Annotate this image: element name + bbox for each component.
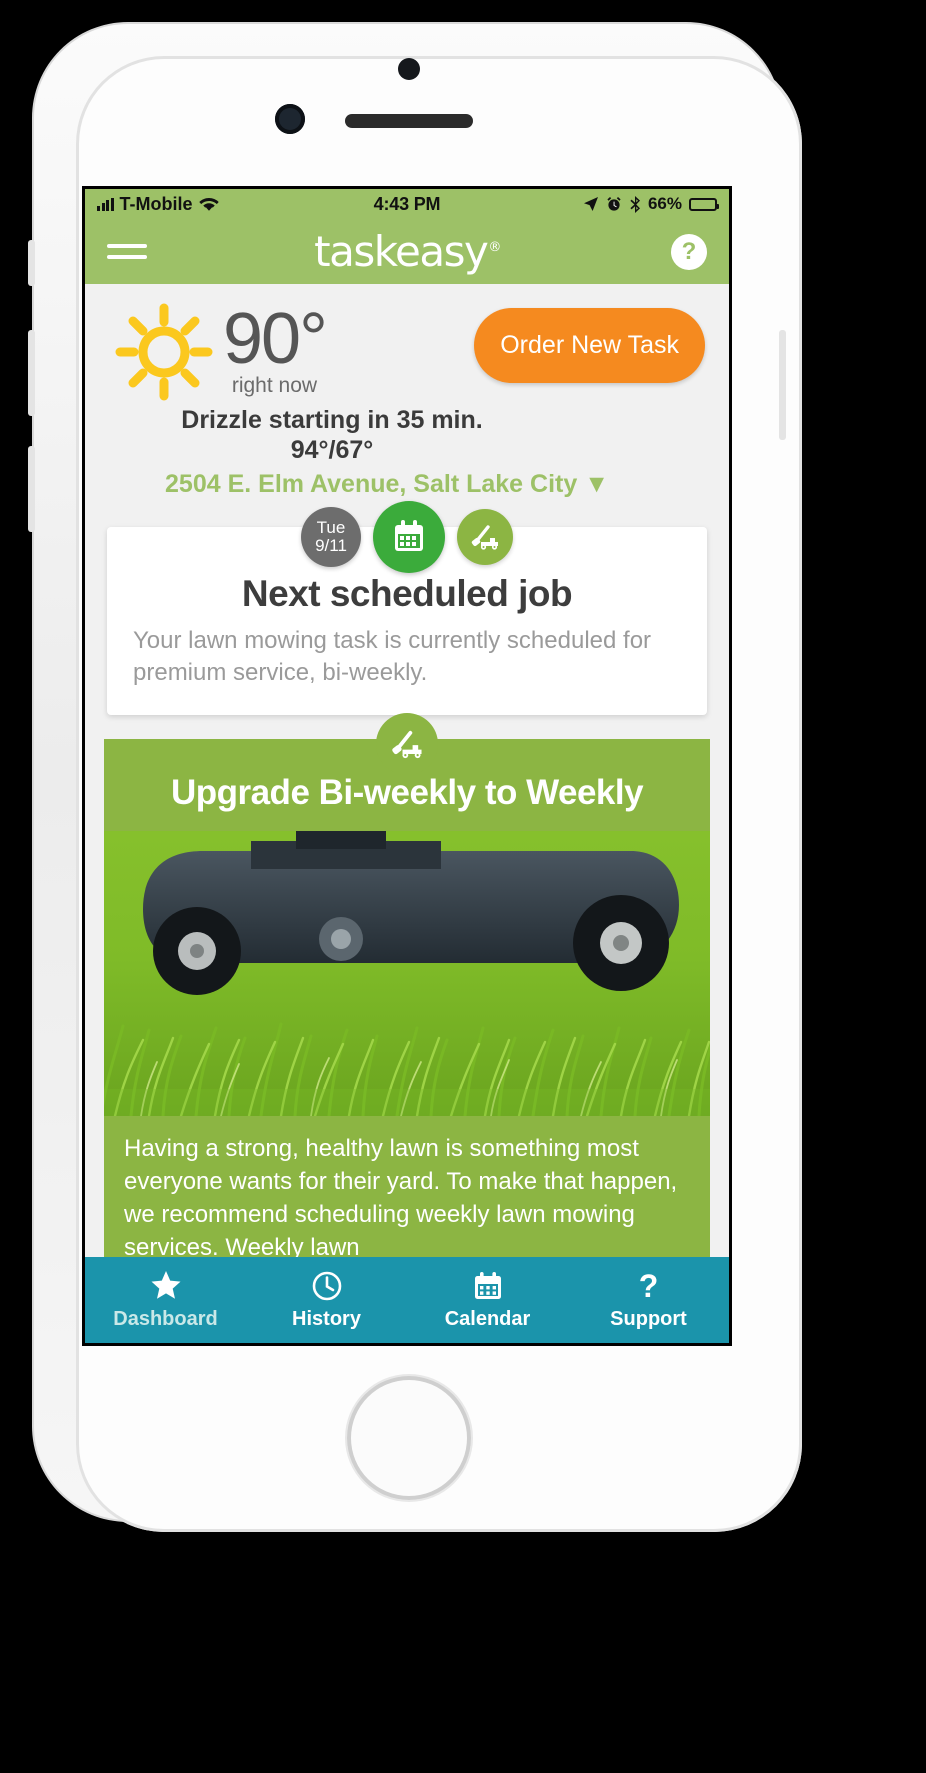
- forecast-text: Drizzle starting in 35 min.: [181, 406, 483, 434]
- tab-label: Calendar: [444, 1307, 531, 1330]
- calendar-icon: [473, 1270, 503, 1302]
- power-button[interactable]: [779, 330, 786, 440]
- bottom-tab-bar: Dashboard History Calendar ? Support: [85, 1257, 729, 1343]
- tab-dashboard[interactable]: Dashboard: [85, 1270, 246, 1331]
- proximity-sensor: [398, 58, 420, 80]
- promo-card[interactable]: Upgrade Bi-weekly to Weekly Having a str…: [104, 712, 710, 1289]
- chevron-down-icon: ▼: [584, 470, 609, 499]
- current-temperature: 90°: [223, 298, 328, 379]
- clock-icon: [312, 1270, 342, 1302]
- tab-history[interactable]: History: [246, 1270, 407, 1331]
- brand-registered-mark: ®: [488, 239, 501, 255]
- weather-panel: 90° right now Order New Task Drizzle sta…: [85, 284, 729, 506]
- next-job-title: Next scheduled job: [241, 573, 573, 615]
- home-button[interactable]: [347, 1376, 471, 1500]
- tab-label: Dashboard: [113, 1307, 218, 1330]
- calendar-icon: [373, 501, 445, 574]
- screenshot-stage: T-Mobile 4:43 PM 66% taskeasy® ? 90° rig…: [0, 0, 926, 1773]
- lawn-mower-icon: [457, 509, 513, 566]
- battery-percent-label: 66%: [647, 194, 682, 213]
- next-job-card[interactable]: Tue 9/11 Next scheduled job Your lawn mo…: [107, 501, 707, 715]
- volume-down-button[interactable]: [28, 446, 35, 532]
- job-icon-row: Tue 9/11: [107, 501, 707, 574]
- bluetooth-icon: [629, 195, 641, 213]
- earpiece-speaker: [345, 114, 473, 128]
- address-label: 2504 E. Elm Avenue, Salt Lake City: [165, 470, 578, 499]
- high-low-temperature: 94°/67°: [290, 436, 374, 464]
- lawn-mower-icon: [376, 712, 438, 775]
- next-job-description: Your lawn mowing task is currently sched…: [133, 627, 652, 686]
- tab-label: History: [292, 1307, 361, 1330]
- sun-icon: [109, 302, 219, 402]
- status-bar: T-Mobile 4:43 PM 66%: [85, 189, 729, 219]
- promo-image: [104, 830, 710, 1116]
- temperature-block: 90° right now: [223, 298, 328, 398]
- weather-row: 90° right now Order New Task: [109, 302, 705, 402]
- silent-switch[interactable]: [28, 240, 35, 286]
- location-arrow-icon: [583, 196, 599, 212]
- tab-support[interactable]: ? Support: [568, 1270, 729, 1331]
- alarm-clock-icon: [606, 196, 622, 212]
- order-new-task-button[interactable]: Order New Task: [474, 308, 705, 383]
- phone-screen: T-Mobile 4:43 PM 66% taskeasy® ? 90° rig…: [82, 186, 732, 1346]
- volume-up-button[interactable]: [28, 330, 35, 416]
- next-job-section: Tue 9/11 Next scheduled job Your lawn mo…: [85, 501, 729, 715]
- brand-logo: taskeasy®: [85, 230, 729, 273]
- help-icon[interactable]: ?: [671, 233, 707, 270]
- promo-header: Upgrade Bi-weekly to Weekly: [104, 712, 710, 831]
- tab-calendar[interactable]: Calendar: [407, 1270, 568, 1331]
- job-date: 9/11: [315, 536, 347, 556]
- address-selector[interactable]: 2504 E. Elm Avenue, Salt Lake City ▼: [109, 470, 665, 499]
- promo-title: Upgrade Bi-weekly to Weekly: [170, 772, 644, 812]
- question-mark-icon: ?: [638, 1267, 659, 1304]
- front-camera: [275, 104, 305, 134]
- job-date-badge: Tue 9/11: [301, 507, 361, 568]
- tab-label: Support: [610, 1307, 687, 1330]
- job-weekday: Tue: [316, 517, 346, 537]
- status-bar-right: 66%: [583, 194, 719, 214]
- app-header: taskeasy® ?: [85, 219, 729, 284]
- star-icon: [151, 1270, 181, 1302]
- temperature-caption: right now: [231, 374, 318, 398]
- battery-icon: [689, 197, 719, 211]
- hamburger-menu-icon[interactable]: [107, 237, 147, 266]
- brand-wordmark: taskeasy: [314, 226, 489, 276]
